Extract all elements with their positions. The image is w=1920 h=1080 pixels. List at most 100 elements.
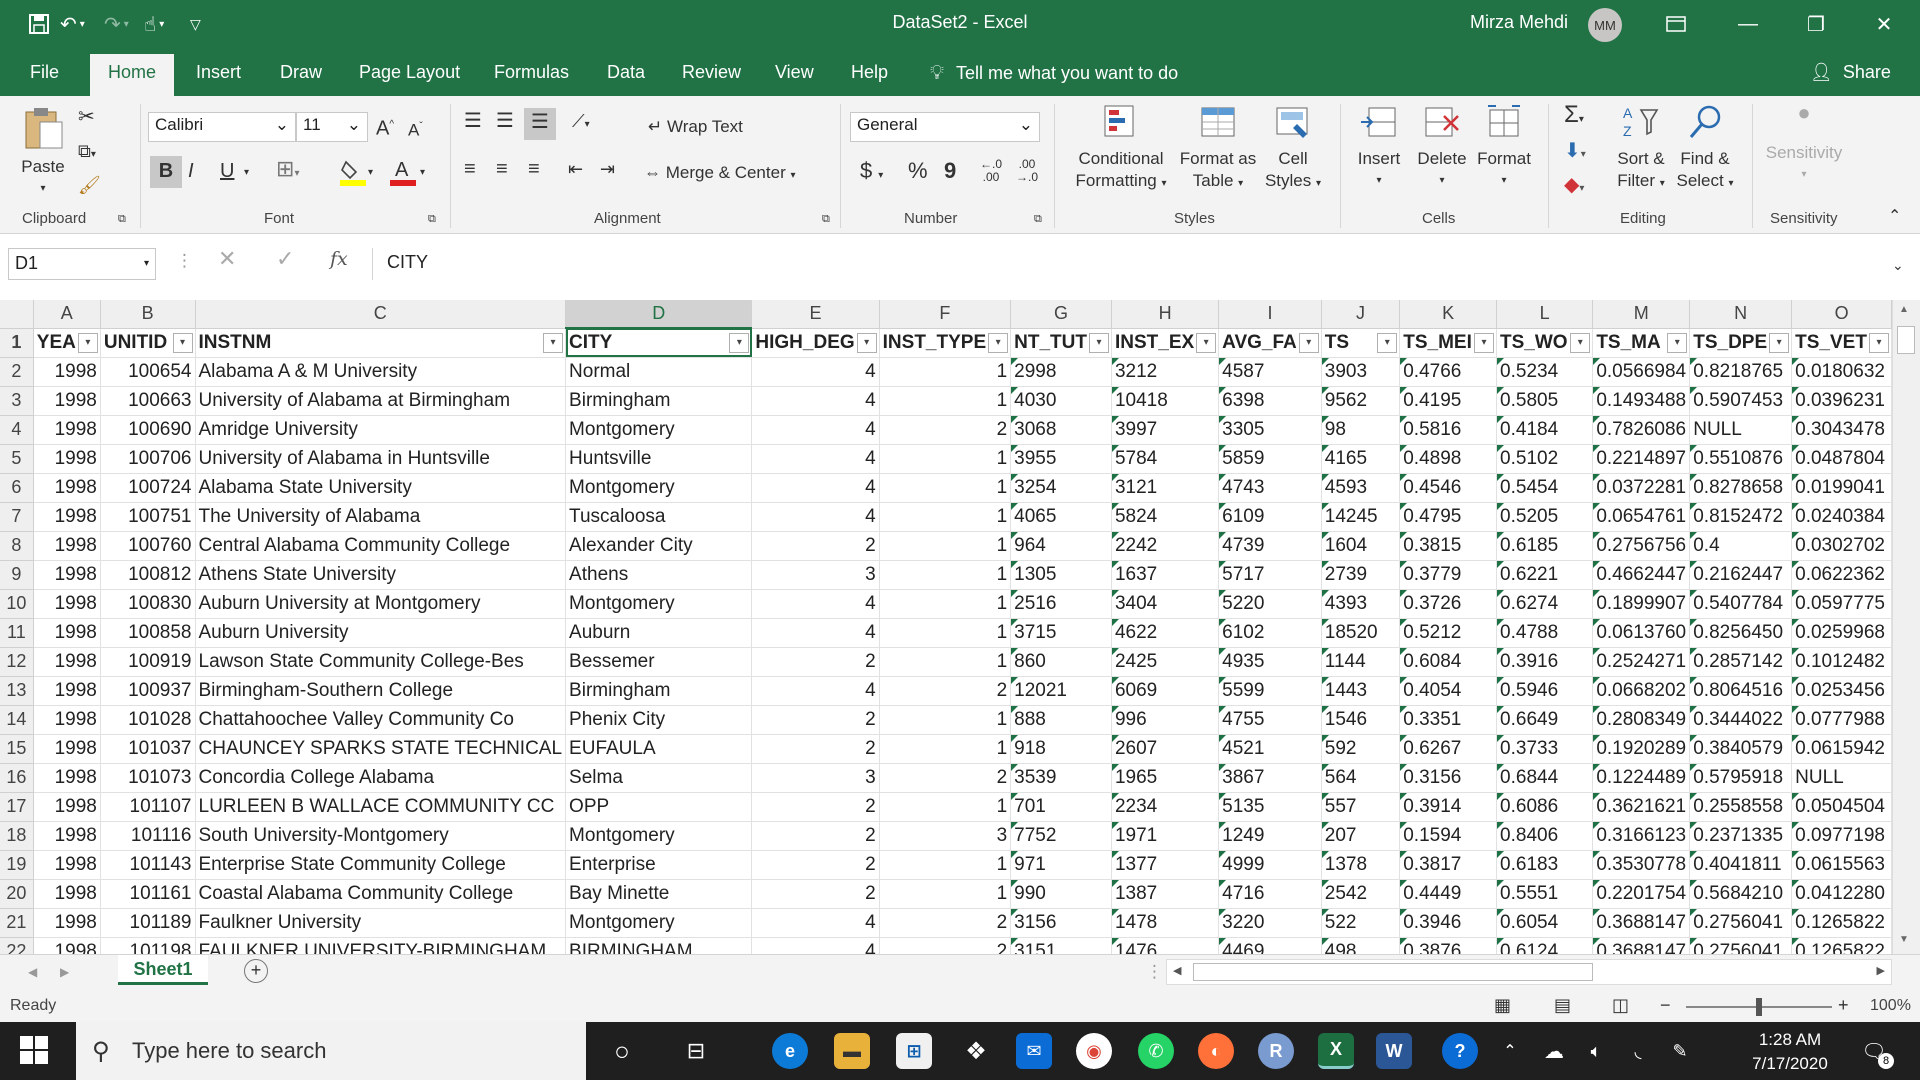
cell[interactable]: 0.2201754 — [1592, 879, 1691, 909]
cell[interactable]: Birmingham-Southern College — [195, 676, 567, 706]
column-header[interactable]: I — [1218, 300, 1322, 329]
pen-icon[interactable]: ✎ — [1662, 1033, 1698, 1069]
cell[interactable]: 1998 — [33, 937, 101, 954]
cell[interactable]: 4 — [751, 473, 880, 503]
cell[interactable]: 2234 — [1111, 792, 1220, 822]
row-header[interactable]: 13 — [0, 676, 34, 706]
column-header[interactable]: G — [1010, 300, 1112, 329]
cell[interactable]: Montgomery — [565, 821, 753, 851]
cell[interactable]: 0.2558558 — [1689, 792, 1793, 822]
cell[interactable]: 6102 — [1218, 618, 1322, 648]
cell[interactable]: 0.6274 — [1496, 589, 1594, 619]
cell[interactable]: 4 — [751, 618, 880, 648]
cell[interactable]: 1998 — [33, 676, 101, 706]
cell[interactable]: 0.8406 — [1496, 821, 1594, 851]
cell[interactable]: 1604 — [1321, 531, 1401, 561]
cell[interactable]: 0.3876 — [1399, 937, 1498, 954]
cell[interactable]: 0.0615942 — [1791, 734, 1892, 764]
cell[interactable]: 3715 — [1010, 618, 1112, 648]
spreadsheet-grid[interactable]: ABCDEFGHIJKLMNO 1 YEA ▾ UNITID ▾ INSTNM ▾ CITY… — [0, 300, 1892, 954]
cell[interactable]: 0.3621621 — [1592, 792, 1691, 822]
cell[interactable]: 5824 — [1111, 502, 1220, 532]
cell[interactable]: 1998 — [33, 589, 101, 619]
cell[interactable]: 2 — [751, 647, 880, 677]
zoom-out-icon[interactable]: − — [1660, 994, 1671, 1016]
cell[interactable]: Montgomery — [565, 908, 753, 938]
cell[interactable]: South University-Montgomery — [195, 821, 567, 851]
cell[interactable]: 0.5510876 — [1689, 444, 1793, 474]
zoom-level[interactable]: 100% — [1870, 997, 1911, 1015]
cell[interactable]: 3539 — [1010, 763, 1112, 793]
cell[interactable]: 5599 — [1218, 676, 1322, 706]
row-header[interactable]: 5 — [0, 444, 34, 474]
confirm-entry-icon[interactable]: ✓ — [276, 248, 294, 270]
bold-button[interactable]: B — [150, 156, 182, 188]
copy-icon[interactable]: ⧉▾ — [78, 140, 96, 166]
cell[interactable]: 100812 — [100, 560, 196, 590]
header-cell[interactable]: HIGH_DEG ▾ — [751, 328, 880, 358]
cell[interactable]: 2 — [751, 705, 880, 735]
add-sheet-icon[interactable]: + — [244, 959, 268, 983]
header-cell[interactable]: YEA ▾ — [33, 328, 101, 358]
cut-icon[interactable]: ✂ — [78, 106, 95, 128]
cell[interactable]: 0.5816 — [1399, 415, 1498, 445]
cell[interactable]: University of Alabama at Birmingham — [195, 386, 567, 416]
cell[interactable]: 0.2371335 — [1689, 821, 1793, 851]
cell[interactable]: Auburn — [565, 618, 753, 648]
format-cells-button[interactable]: Format ▾ — [1474, 102, 1534, 192]
vertical-scrollbar[interactable]: ▲ ▼ — [1892, 300, 1920, 954]
chevron-down-icon[interactable]: ▾ — [368, 162, 373, 184]
cell[interactable]: 2 — [751, 821, 880, 851]
cell[interactable]: 0.3726 — [1399, 589, 1498, 619]
tab-file[interactable]: File — [30, 62, 59, 84]
cell[interactable]: 3151 — [1010, 937, 1112, 954]
underline-button[interactable]: U — [220, 160, 234, 182]
cell[interactable]: 1998 — [33, 531, 101, 561]
cell[interactable]: 2607 — [1111, 734, 1220, 764]
cell[interactable]: 0.3815 — [1399, 531, 1498, 561]
cell[interactable]: 1378 — [1321, 850, 1401, 880]
cell[interactable]: Auburn University at Montgomery — [195, 589, 567, 619]
cell[interactable]: 0.0240384 — [1791, 502, 1892, 532]
cell[interactable]: 0.5946 — [1496, 676, 1594, 706]
chevron-down-icon[interactable]: ▾ — [244, 162, 249, 184]
scroll-right-icon[interactable]: ▶ — [1877, 964, 1885, 977]
system-clock[interactable]: 1:28 AM 7/17/2020 — [1740, 1028, 1840, 1076]
filter-dropdown-icon[interactable]: ▾ — [172, 332, 193, 353]
cell[interactable]: 4 — [751, 357, 880, 387]
comma-button[interactable]: 9 — [944, 160, 956, 182]
word-icon[interactable]: W — [1376, 1033, 1412, 1069]
cell[interactable]: 0.0487804 — [1791, 444, 1892, 474]
cell[interactable]: 0.0777988 — [1791, 705, 1892, 735]
horizontal-scrollbar[interactable]: ◀ ▶ — [1166, 959, 1892, 985]
tab-home[interactable]: Home — [90, 54, 175, 96]
cell[interactable]: Bay Minette — [565, 879, 753, 909]
shrink-font-icon[interactable]: Aˇ — [408, 116, 423, 142]
cell[interactable]: 990 — [1010, 879, 1112, 909]
cell[interactable]: 1998 — [33, 647, 101, 677]
cell[interactable]: 0.6221 — [1496, 560, 1594, 590]
select-all-corner[interactable] — [0, 300, 34, 329]
cell[interactable]: 701 — [1010, 792, 1112, 822]
cell[interactable]: 0.6183 — [1496, 850, 1594, 880]
cell[interactable]: 4622 — [1111, 618, 1220, 648]
tell-me-search[interactable]: 💡︎ Tell me what you want to do — [930, 62, 1178, 85]
cell[interactable]: 1637 — [1111, 560, 1220, 590]
row-header[interactable]: 12 — [0, 647, 34, 677]
cell[interactable]: 100724 — [100, 473, 196, 503]
cell[interactable]: 0.3351 — [1399, 705, 1498, 735]
cell[interactable]: 996 — [1111, 705, 1220, 735]
cell[interactable]: 4999 — [1218, 850, 1322, 880]
cell[interactable]: 100858 — [100, 618, 196, 648]
cell[interactable]: 2 — [751, 734, 880, 764]
cell[interactable]: 0.1493488 — [1592, 386, 1691, 416]
filter-dropdown-icon[interactable]: ▾ — [1088, 332, 1109, 353]
row-header[interactable]: 15 — [0, 734, 34, 764]
ribbon-display-icon[interactable] — [1640, 0, 1712, 48]
cell[interactable]: 0.1920289 — [1592, 734, 1691, 764]
cell[interactable]: 101189 — [100, 908, 196, 938]
cell[interactable]: 0.5102 — [1496, 444, 1594, 474]
cell[interactable]: 0.4184 — [1496, 415, 1594, 445]
cell[interactable]: 101161 — [100, 879, 196, 909]
merge-center-button[interactable]: ⇔ Merge & Center ▾ — [644, 162, 796, 187]
